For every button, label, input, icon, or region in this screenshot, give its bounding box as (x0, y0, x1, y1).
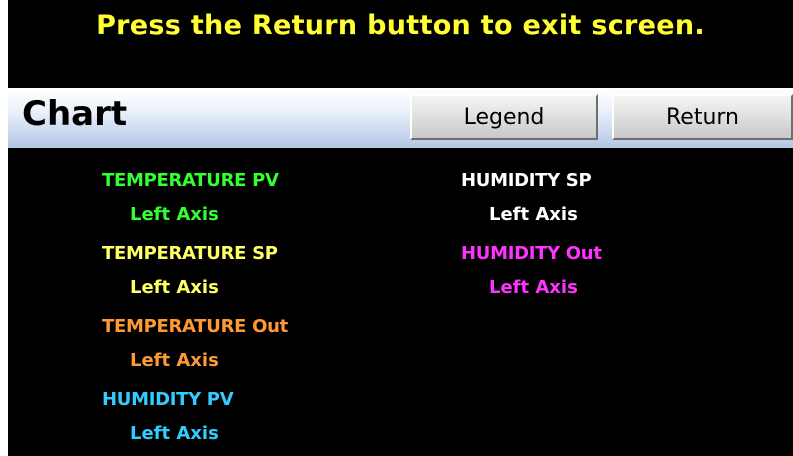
series-name: TEMPERATURE PV (102, 170, 279, 191)
series-axis-label: Left Axis (130, 277, 219, 298)
page-title: Chart (22, 94, 128, 134)
series-name: HUMIDITY Out (461, 243, 602, 264)
instruction-message: Press the Return button to exit screen. (96, 10, 705, 41)
series-name: HUMIDITY SP (461, 170, 592, 191)
series-axis-label: Left Axis (489, 277, 578, 298)
chart-legend-screen: Press the Return button to exit screen. … (8, 0, 793, 456)
legend-button[interactable]: Legend (410, 94, 598, 140)
return-button[interactable]: Return (612, 94, 793, 140)
series-axis-label: Left Axis (130, 350, 219, 371)
series-name: HUMIDITY PV (102, 389, 234, 410)
series-axis-label: Left Axis (489, 204, 578, 225)
series-axis-label: Left Axis (130, 204, 219, 225)
instruction-banner: Press the Return button to exit screen. (8, 0, 793, 88)
header-bar: Chart Legend Return (8, 88, 793, 148)
series-name: TEMPERATURE SP (102, 243, 278, 264)
series-name: TEMPERATURE Out (102, 316, 288, 337)
legend-panel: TEMPERATURE PV Left Axis TEMPERATURE SP … (8, 148, 793, 456)
series-axis-label: Left Axis (130, 423, 219, 444)
